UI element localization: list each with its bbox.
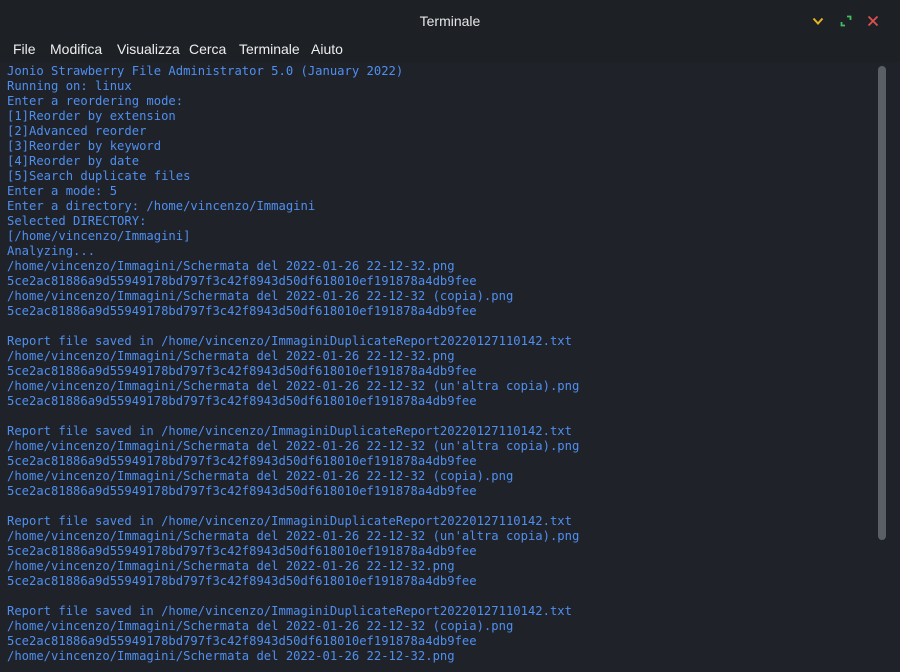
terminal-line: Report file saved in /home/vincenzo/Imma… [7,424,572,438]
terminal-line: /home/vincenzo/Immagini/Schermata del 20… [7,289,514,303]
terminal-line: Enter a mode: 5 [7,184,118,198]
terminal-line: /home/vincenzo/Immagini/Schermata del 20… [7,439,580,453]
terminal-line: 5ce2ac81886a9d55949178bd797f3c42f8943d50… [7,634,477,648]
terminal-line: /home/vincenzo/Immagini/Schermata del 20… [7,619,514,633]
maximize-button[interactable] [839,14,853,28]
terminal-line: 5ce2ac81886a9d55949178bd797f3c42f8943d50… [7,394,477,408]
terminal-line: /home/vincenzo/Immagini/Schermata del 20… [7,379,580,393]
terminal-line: Enter a directory: /home/vincenzo/Immagi… [7,199,316,213]
terminal-line: 5ce2ac81886a9d55949178bd797f3c42f8943d50… [7,484,477,498]
menu-terminale[interactable]: Terminale [239,41,300,57]
terminal-line: 5ce2ac81886a9d55949178bd797f3c42f8943d50… [7,304,477,318]
terminal-line: Running on: linux [7,79,132,93]
terminal-line: /home/vincenzo/Immagini/Schermata del 20… [7,559,455,573]
terminal-line: Jonio Strawberry File Administrator 5.0 … [7,64,404,78]
menu-aiuto[interactable]: Aiuto [311,41,343,57]
terminal-output-area[interactable]: Jonio Strawberry File Administrator 5.0 … [0,62,876,672]
maximize-icon [840,15,852,27]
terminal-line: /home/vincenzo/Immagini/Schermata del 20… [7,529,580,543]
menu-file[interactable]: File [13,41,36,57]
terminal-line: Report file saved in /home/vincenzo/Imma… [7,604,572,618]
menu-modifica[interactable]: Modifica [50,41,102,57]
terminal-line: Report file saved in /home/vincenzo/Imma… [7,334,572,348]
terminal-line: [4]Reorder by date [7,154,140,168]
menu-bar: File Modifica Visualizza Cerca Terminale… [0,40,900,62]
terminal-window: Terminale File Modifica Visualizza Cerca… [0,0,900,672]
window-title: Terminale [419,13,481,29]
terminal-line: 5ce2ac81886a9d55949178bd797f3c42f8943d50… [7,544,477,558]
scrollbar-thumb[interactable] [878,66,886,540]
terminal-line: /home/vincenzo/Immagini/Schermata del 20… [7,469,514,483]
terminal-line: Report file saved in /home/vincenzo/Imma… [7,514,572,528]
chevron-down-icon [812,17,824,25]
terminal-line: 5ce2ac81886a9d55949178bd797f3c42f8943d50… [7,274,477,288]
title-bar[interactable]: Terminale [0,0,900,40]
menu-cerca[interactable]: Cerca [189,41,226,57]
close-button[interactable] [866,14,880,28]
minimize-button[interactable] [811,14,825,28]
terminal-line: /home/vincenzo/Immagini/Schermata del 20… [7,349,455,363]
terminal-line: [2]Advanced reorder [7,124,147,138]
terminal-line: 5ce2ac81886a9d55949178bd797f3c42f8943d50… [7,574,477,588]
terminal-line: [3]Reorder by keyword [7,139,162,153]
terminal-output: Jonio Strawberry File Administrator 5.0 … [7,64,579,664]
terminal-line: /home/vincenzo/Immagini/Schermata del 20… [7,649,455,663]
close-icon [867,15,879,27]
terminal-line: Enter a reordering mode: [7,94,184,108]
terminal-line: Selected DIRECTORY: [7,214,147,228]
terminal-line: Analyzing... [7,244,96,258]
menu-visualizza[interactable]: Visualizza [117,41,180,57]
terminal-line: [1]Reorder by extension [7,109,176,123]
terminal-line: 5ce2ac81886a9d55949178bd797f3c42f8943d50… [7,454,477,468]
terminal-line: [/home/vincenzo/Immagini] [7,229,191,243]
terminal-line: [5]Search duplicate files [7,169,191,183]
terminal-line: /home/vincenzo/Immagini/Schermata del 20… [7,259,455,273]
terminal-line: 5ce2ac81886a9d55949178bd797f3c42f8943d50… [7,364,477,378]
